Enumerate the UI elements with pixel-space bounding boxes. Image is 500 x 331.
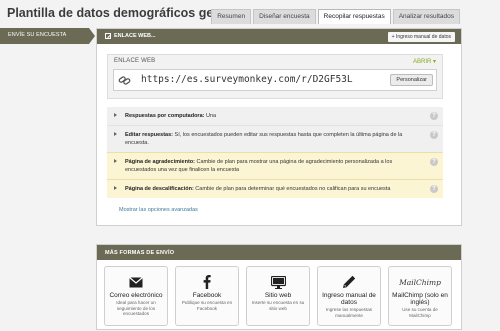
help-icon[interactable]: ? — [430, 112, 438, 120]
manual-entry-method-card[interactable]: Ingreso manual de datos Ingrese las resp… — [317, 266, 381, 326]
advanced-options-link[interactable]: Mostrar las opciones avanzadas — [119, 207, 461, 213]
tab-resumen[interactable]: Resumen — [211, 9, 252, 24]
expand-arrow-icon — [114, 159, 117, 163]
expand-arrow-icon — [114, 186, 117, 190]
option-disqualification-page[interactable]: Página de descalificación: Cambie de pla… — [107, 179, 443, 198]
envelope-icon — [129, 276, 143, 287]
option-edit-responses[interactable]: Editar respuestas: Sí, los encuestados p… — [107, 125, 443, 152]
more-methods-title: MÁS FORMAS DE ENVÍO — [97, 245, 461, 260]
more-methods-panel: MÁS FORMAS DE ENVÍO Correo electrónico I… — [96, 244, 462, 330]
email-method-card[interactable]: Correo electrónico Ideal para hacer un s… — [104, 266, 168, 326]
expand-arrow-icon — [114, 132, 117, 136]
mailchimp-logo: MailChimp — [399, 277, 441, 287]
expand-arrow-icon — [114, 113, 117, 117]
facebook-method-card[interactable]: Facebook Publique su encuesta en Faceboo… — [175, 266, 239, 326]
help-icon[interactable]: ? — [430, 158, 438, 166]
nav-tabs: Resumen Diseñar encuesta Recopilar respu… — [211, 9, 460, 24]
page-header: Plantilla de datos demográficos ge... Re… — [0, 0, 500, 27]
manual-entry-button[interactable]: + Ingreso manual de datos — [387, 32, 455, 42]
customize-button[interactable]: Personalizar — [390, 74, 433, 86]
monitor-icon — [270, 275, 286, 289]
edit-icon[interactable] — [105, 33, 111, 39]
open-dropdown[interactable]: ABRIR ▾ — [413, 58, 436, 65]
collector-title[interactable]: ENLACE WEB... — [114, 33, 156, 39]
option-responses-per-computer[interactable]: Respuestas por computadora: Una ? — [107, 107, 443, 125]
survey-url[interactable]: https://es.surveymonkey.com/r/D2GF53L — [141, 74, 353, 85]
help-icon[interactable]: ? — [430, 131, 438, 139]
pencil-icon — [343, 275, 356, 288]
web-link-label: ENLACE WEB — [114, 58, 156, 64]
sidebar-item-send-survey[interactable]: ENVÍE SU ENCUESTA — [0, 28, 95, 44]
option-thank-you-page[interactable]: Página de agradecimiento: Cambie de plan… — [107, 152, 443, 179]
link-chain-icon — [118, 76, 131, 85]
url-field[interactable]: https://es.surveymonkey.com/r/D2GF53L Pe… — [113, 69, 437, 91]
tab-disenar[interactable]: Diseñar encuesta — [253, 9, 316, 24]
collector-panel: ENLACE WEB... + Ingreso manual de datos … — [96, 28, 462, 226]
mailchimp-method-card[interactable]: MailChimp MailChimp (solo en inglés) Use… — [388, 266, 452, 326]
survey-title: Plantilla de datos demográficos ge... — [7, 6, 224, 20]
website-method-card[interactable]: Sitio web Inserte su encuesta en su siti… — [246, 266, 310, 326]
help-icon[interactable]: ? — [430, 185, 438, 193]
tab-analizar[interactable]: Analizar resultados — [392, 9, 460, 24]
tab-recopilar[interactable]: Recopilar respuestas — [317, 9, 391, 24]
collector-header: ENLACE WEB... + Ingreso manual de datos — [97, 29, 461, 44]
facebook-icon — [203, 275, 211, 289]
web-link-box: ENLACE WEB ABRIR ▾ https://es.surveymonk… — [107, 54, 443, 99]
